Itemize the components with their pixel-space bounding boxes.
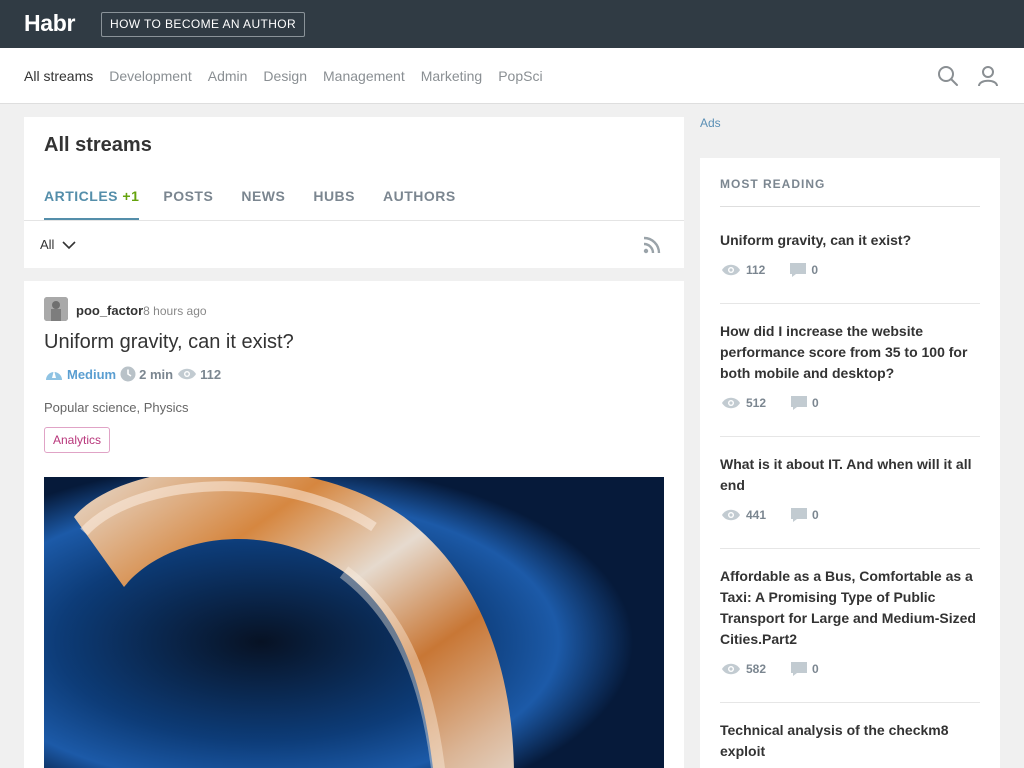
author-line: poo_factor8 hours ago <box>76 303 207 318</box>
sidebar-item-comments[interactable]: 0 <box>790 661 819 677</box>
sidebar-item-title[interactable]: What is it about IT. And when will it al… <box>720 454 980 496</box>
sidebar-item-stats: 441 0 <box>720 507 980 523</box>
article-views: 112 <box>177 367 221 382</box>
comments-count: 0 <box>812 508 819 522</box>
list-item[interactable]: Uniform gravity, can it exist? 112 0 <box>720 230 980 304</box>
eye-icon <box>722 509 740 521</box>
views-count: 441 <box>746 508 767 522</box>
article-cover-image[interactable] <box>44 477 664 768</box>
tab-articles[interactable]: ARTICLES +1 <box>44 188 140 220</box>
list-item[interactable]: Technical analysis of the checkm8 exploi… <box>720 720 980 768</box>
comment-icon <box>791 396 808 410</box>
comments-count: 0 <box>811 263 819 277</box>
sidebar-item-title[interactable]: Uniform gravity, can it exist? <box>720 230 980 251</box>
chevron-down-icon <box>62 240 77 249</box>
sidebar-title: MOST READING <box>720 177 826 191</box>
nav-item-development[interactable]: Development <box>109 68 192 84</box>
list-item[interactable]: Affordable as a Bus, Comfortable as a Ta… <box>720 566 980 703</box>
author-avatar[interactable] <box>44 297 68 321</box>
sidebar-item-views: 512 <box>720 396 766 410</box>
sidebar-item-title[interactable]: Technical analysis of the checkm8 exploi… <box>720 720 980 762</box>
nav-item-management[interactable]: Management <box>323 68 405 84</box>
complexity-icon <box>46 370 62 380</box>
reading-time-value: 2 min <box>139 366 174 382</box>
nav-menu: All streams Development Admin Design Man… <box>24 48 559 104</box>
article-label-badge[interactable]: Analytics <box>44 427 111 453</box>
sidebar-item-comments[interactable]: 0 <box>790 395 819 411</box>
content-tabs: ARTICLES +1 POSTS NEWS HUBS AUTHORS <box>44 188 484 220</box>
views-count: 512 <box>746 396 767 410</box>
article-hubs[interactable]: Popular science, Physics <box>44 400 189 415</box>
page-title: All streams <box>44 134 152 156</box>
eye-icon <box>722 663 740 675</box>
views-count: 582 <box>746 662 767 676</box>
tab-authors[interactable]: AUTHORS <box>383 188 456 220</box>
streams-header: All streams ARTICLES +1 POSTS NEWS HUBS … <box>24 117 684 268</box>
article-title[interactable]: Uniform gravity, can it exist? <box>44 331 294 354</box>
top-bar: Habr HOW TO BECOME AN AUTHOR <box>0 0 1024 48</box>
user-icon[interactable] <box>977 65 999 87</box>
tab-posts[interactable]: POSTS <box>163 188 213 220</box>
rss-icon[interactable] <box>643 236 661 254</box>
views-count: 112 <box>746 263 766 277</box>
eye-icon <box>722 397 740 409</box>
avatar-image <box>44 297 68 321</box>
nav-item-design[interactable]: Design <box>263 68 307 84</box>
list-item[interactable]: How did I increase the website performan… <box>720 321 980 437</box>
habr-logo[interactable]: Habr <box>24 10 76 36</box>
complexity-label: Medium <box>67 366 117 382</box>
eye-icon <box>178 368 197 380</box>
sidebar-item-views: 112 <box>720 263 765 277</box>
sidebar-divider <box>720 206 980 207</box>
article-card: poo_factor8 hours ago Uniform gravity, c… <box>24 281 684 768</box>
header-divider <box>24 220 684 221</box>
comments-count: 0 <box>812 662 819 676</box>
sidebar-item-stats: 512 0 <box>720 395 980 411</box>
sidebar-item-views: 441 <box>720 508 766 522</box>
nav-bar: All streams Development Admin Design Man… <box>0 48 1024 104</box>
sidebar-item-title[interactable]: Affordable as a Bus, Comfortable as a Ta… <box>720 566 980 650</box>
filter-value: All <box>40 237 55 252</box>
complexity-indicator: Medium <box>44 366 116 382</box>
nav-item-marketing[interactable]: Marketing <box>421 68 482 84</box>
sidebar-item-comments[interactable]: 0 <box>789 262 818 278</box>
ads-label: Ads <box>700 116 721 130</box>
tab-articles-count: +1 <box>122 188 140 204</box>
filter-dropdown[interactable]: All <box>40 237 77 252</box>
sidebar-item-comments[interactable]: 0 <box>790 507 819 523</box>
comment-icon <box>791 662 808 676</box>
views-count: 112 <box>200 366 222 382</box>
nav-item-popsci[interactable]: PopSci <box>498 68 542 84</box>
eye-icon <box>722 264 740 276</box>
comment-icon <box>791 508 808 522</box>
cat-tail-illustration <box>44 477 664 768</box>
comment-icon <box>790 263 807 277</box>
sidebar-item-stats: 582 0 <box>720 661 980 677</box>
comments-count: 0 <box>812 396 819 410</box>
clock-icon <box>120 366 136 382</box>
search-icon[interactable] <box>937 65 959 87</box>
sidebar-item-title[interactable]: How did I increase the website performan… <box>720 321 980 384</box>
list-item[interactable]: What is it about IT. And when will it al… <box>720 454 980 549</box>
sidebar-item-views: 582 <box>720 662 766 676</box>
article-meta: Medium 2 min 112 <box>44 366 225 382</box>
nav-item-all-streams[interactable]: All streams <box>24 68 93 84</box>
sidebar-item-stats: 112 0 <box>720 262 980 278</box>
tab-news[interactable]: NEWS <box>241 188 285 220</box>
tab-articles-label: ARTICLES <box>44 188 118 204</box>
author-name[interactable]: poo_factor <box>76 303 143 318</box>
publish-time: 8 hours ago <box>143 304 207 318</box>
how-to-become-author-button[interactable]: HOW TO BECOME AN AUTHOR <box>101 12 306 37</box>
reading-time: 2 min <box>120 366 173 382</box>
nav-item-admin[interactable]: Admin <box>208 68 248 84</box>
tab-hubs[interactable]: HUBS <box>313 188 355 220</box>
most-reading-sidebar: MOST READING Uniform gravity, can it exi… <box>700 158 1000 768</box>
